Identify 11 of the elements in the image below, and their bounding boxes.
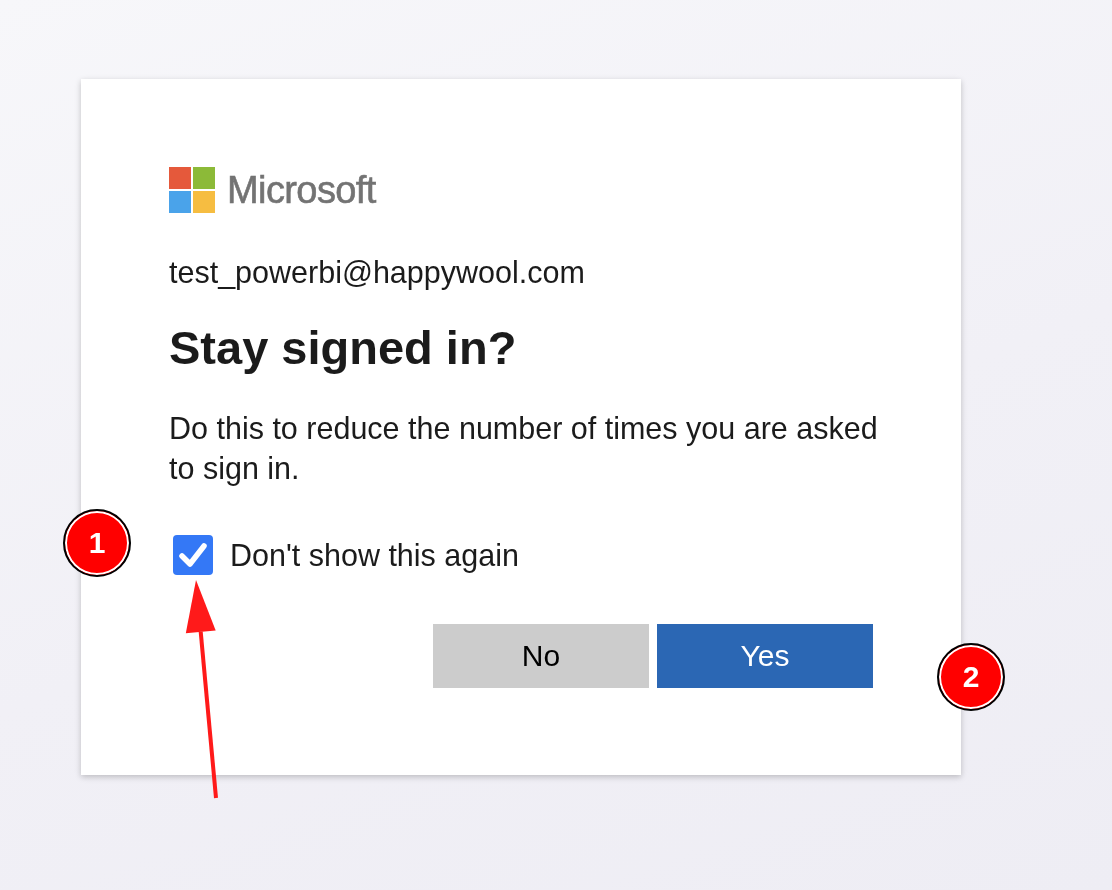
step-number-badge: 2 <box>937 643 1005 711</box>
checkbox-label[interactable]: Don't show this again <box>230 537 519 573</box>
account-email: test_powerbi@happywool.com <box>169 255 586 289</box>
step-number-badge: 1 <box>63 509 131 577</box>
dialog-message: Do this to reduce the number of times you are asked to sign in. <box>169 410 879 488</box>
no-button[interactable]: No <box>433 624 649 688</box>
yes-button[interactable]: Yes <box>657 624 873 688</box>
brand-name: Microsoft <box>227 168 376 213</box>
four-squares-logo-icon <box>169 167 215 213</box>
checkbox[interactable] <box>173 535 213 575</box>
dialog-title: Stay signed in? <box>169 321 518 375</box>
